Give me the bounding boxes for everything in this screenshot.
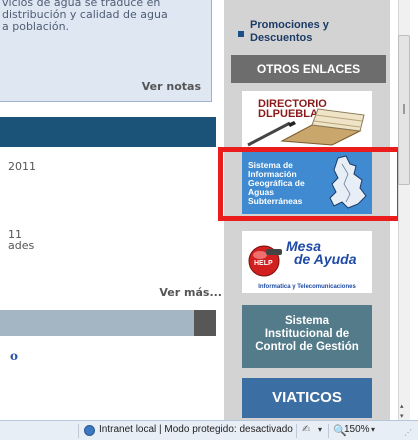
status-separator xyxy=(296,424,297,438)
browser-viewport: vicios de agua se traduce en distribució… xyxy=(0,0,418,440)
intranet-globe-icon xyxy=(84,425,95,436)
viaticos-title: VIATICOS xyxy=(272,389,342,406)
promociones-link[interactable]: Promociones y Descuentos xyxy=(250,19,380,45)
scroll-down-arrow-icon[interactable]: ▾ xyxy=(400,412,404,420)
pen-addon-icon[interactable]: ✍ xyxy=(302,424,310,435)
mesa-title-2: de Ayuda xyxy=(294,251,357,267)
control-gestion-banner[interactable]: Sistema Institucional de Control de Gest… xyxy=(242,305,372,368)
section-footer-band xyxy=(0,310,194,336)
partial-heading: o xyxy=(10,349,19,363)
otros-enlaces-label: OTROS ENLACES xyxy=(256,62,361,76)
highlight-frame xyxy=(218,147,402,221)
status-separator xyxy=(328,424,329,438)
bullet-square-icon xyxy=(238,31,244,37)
mesa-subtitle: Informatica y Telecomunicaciones xyxy=(258,284,356,290)
scroll-up-arrow-icon[interactable]: ▴ xyxy=(400,402,404,410)
control-gestion-title: Sistema Institucional de Control de Gest… xyxy=(255,315,359,353)
help-button-icon: HELP xyxy=(248,245,282,277)
viaticos-banner[interactable]: VIATICOS xyxy=(242,378,372,418)
zoom-chevron-down-icon[interactable]: ▾ xyxy=(371,425,375,434)
mesa-de-ayuda-banner[interactable]: HELP Mesa de Ayuda Informatica y Telecom… xyxy=(242,231,372,293)
chevron-down-icon[interactable]: ▾ xyxy=(318,425,322,434)
section-header-band xyxy=(0,117,216,147)
directorio-banner[interactable]: DIRECTORIO DLPUEBLA xyxy=(242,91,372,147)
resize-grip-icon[interactable]: ⋰ xyxy=(404,428,412,437)
grip-icon xyxy=(403,104,405,114)
book-icon xyxy=(247,108,365,147)
status-separator xyxy=(78,424,79,438)
zoom-level[interactable]: 150% xyxy=(344,424,370,435)
notes-panel: vicios de agua se traduce en distribució… xyxy=(0,0,212,102)
section-footer-block xyxy=(194,310,216,336)
security-zone-text[interactable]: Intranet local | Modo protegido: desacti… xyxy=(99,424,293,435)
notes-text: vicios de agua se traduce en distribució… xyxy=(2,0,168,33)
svg-text:HELP: HELP xyxy=(254,260,273,267)
ver-mas-link[interactable]: Ver más... xyxy=(159,286,222,299)
news-item-fragment-2: ades xyxy=(8,239,35,252)
news-item-date: 2011 xyxy=(8,160,36,173)
ver-notas-link[interactable]: Ver notas xyxy=(142,80,201,93)
otros-enlaces-header: OTROS ENLACES xyxy=(231,55,386,83)
